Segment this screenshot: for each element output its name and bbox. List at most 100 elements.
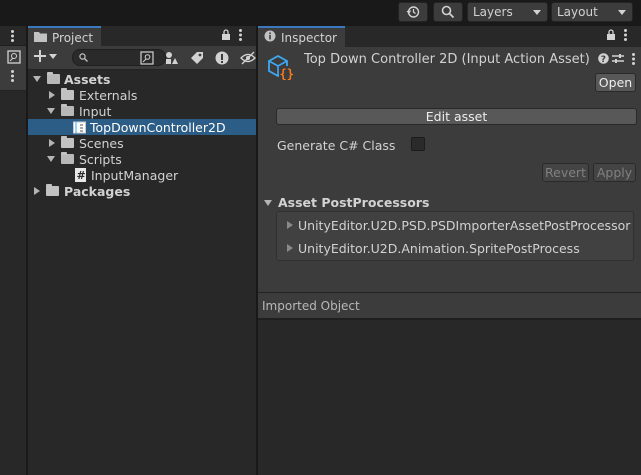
tree-row-assets[interactable]: Assets xyxy=(28,71,256,87)
project-tab-bar: Project xyxy=(28,26,256,47)
kebab-menu-icon[interactable] xyxy=(632,53,635,68)
collapse-arrow-icon[interactable] xyxy=(34,187,40,195)
tree-label: Externals xyxy=(79,87,138,103)
svg-text:?: ? xyxy=(601,55,606,64)
imported-object-header: Imported Object xyxy=(258,292,641,320)
tree-label: InputManager xyxy=(91,167,179,183)
lock-icon[interactable] xyxy=(221,29,231,44)
input-action-asset-icon xyxy=(73,121,87,134)
plus-icon xyxy=(34,50,46,62)
kebab-menu-icon[interactable] xyxy=(11,70,14,85)
collapsed-tab xyxy=(0,26,26,46)
folder-open-icon xyxy=(61,152,74,164)
collapsed-toolbar xyxy=(0,46,26,91)
imported-object-label: Imported Object xyxy=(262,299,360,313)
main-toolbar: Layers Layout xyxy=(0,0,641,24)
tab-project[interactable]: Project xyxy=(28,26,102,47)
svg-text:{}: {} xyxy=(280,67,294,81)
generate-csharp-label: Generate C# Class xyxy=(277,138,396,153)
collapse-arrow-icon[interactable] xyxy=(287,244,293,252)
postprocessors-list: UnityEditor.U2D.PSD.PSDImporterAssetPost… xyxy=(276,211,634,261)
collapse-arrow-icon[interactable] xyxy=(287,221,293,229)
inspector-panel: Inspector {} Top Down Controller 2D (Inp… xyxy=(258,26,641,475)
inspector-tab-bar: Inspector xyxy=(258,26,641,47)
lock-icon[interactable] xyxy=(606,29,616,44)
preset-icon[interactable] xyxy=(612,53,624,67)
revert-label: Revert xyxy=(545,165,586,180)
open-button-label: Open xyxy=(598,75,633,90)
tree-row-topdowncontroller2d[interactable]: TopDownController2D xyxy=(28,119,256,135)
layout-dropdown[interactable]: Layout xyxy=(551,2,633,22)
filter-by-type-icon[interactable] xyxy=(165,51,179,68)
postprocessor-label: UnityEditor.U2D.Animation.SpritePostProc… xyxy=(298,240,580,256)
chevron-down-icon xyxy=(618,9,626,15)
filter-by-label-icon[interactable] xyxy=(190,51,204,68)
hidden-packages-icon[interactable] xyxy=(240,51,256,68)
edit-asset-label: Edit asset xyxy=(425,109,488,124)
info-icon xyxy=(264,30,276,45)
expand-arrow-icon[interactable] xyxy=(264,199,272,206)
project-panel: Project Assets Externals Input TopDownCo… xyxy=(28,26,256,475)
edit-asset-button[interactable]: Edit asset xyxy=(276,108,637,125)
collapsed-left-panel xyxy=(0,26,26,475)
collapse-arrow-icon[interactable] xyxy=(49,91,55,99)
csharp-script-icon: # xyxy=(75,168,86,182)
tree-row-scripts[interactable]: Scripts xyxy=(28,151,256,167)
tree-row-input[interactable]: Input xyxy=(28,103,256,119)
tab-inspector[interactable]: Inspector xyxy=(258,26,345,47)
folder-icon xyxy=(61,88,74,100)
search-icon xyxy=(79,53,88,62)
apply-label: Apply xyxy=(596,165,633,180)
folder-open-icon xyxy=(61,104,74,116)
search-by-scene-icon[interactable] xyxy=(140,51,154,68)
warning-icon[interactable] xyxy=(215,51,229,68)
create-button[interactable] xyxy=(34,50,57,62)
inspector-tab-actions xyxy=(606,29,627,44)
layers-label: Layers xyxy=(473,5,513,19)
tree-row-inputmanager[interactable]: # InputManager xyxy=(28,167,256,183)
chevron-down-icon xyxy=(49,53,57,59)
kebab-menu-icon[interactable] xyxy=(239,29,242,44)
inspector-body: Edit asset Generate C# Class Revert Appl… xyxy=(258,103,641,318)
generate-csharp-checkbox[interactable] xyxy=(411,137,425,151)
tab-inspector-label: Inspector xyxy=(281,30,337,45)
expand-arrow-icon[interactable] xyxy=(47,108,55,114)
folder-icon xyxy=(34,31,47,45)
list-item[interactable]: UnityEditor.U2D.PSD.PSDImporterAssetPost… xyxy=(277,214,633,236)
inspector-header: {} Top Down Controller 2D (Input Action … xyxy=(258,47,641,103)
expand-arrow-icon[interactable] xyxy=(33,76,41,82)
tree-row-externals[interactable]: Externals xyxy=(28,87,256,103)
tree-label: Scenes xyxy=(79,135,124,151)
postprocessors-title: Asset PostProcessors xyxy=(278,195,430,210)
tree-label: Assets xyxy=(64,71,111,87)
layers-dropdown[interactable]: Layers xyxy=(467,2,548,22)
tree-label: Scripts xyxy=(79,151,122,167)
search-button[interactable] xyxy=(433,2,463,22)
list-item[interactable]: UnityEditor.U2D.Animation.SpritePostProc… xyxy=(277,237,633,259)
kebab-menu-icon[interactable] xyxy=(624,29,627,44)
expand-arrow-icon[interactable] xyxy=(47,156,55,162)
project-toolbar xyxy=(28,46,256,70)
help-icon[interactable]: ? xyxy=(598,53,609,67)
asset-title: Top Down Controller 2D (Input Action Ass… xyxy=(304,52,590,67)
layout-label: Layout xyxy=(557,5,598,19)
project-tab-actions xyxy=(221,29,242,44)
tree-label: Input xyxy=(79,103,112,119)
scene-visibility-icon[interactable] xyxy=(7,50,21,67)
revert-button[interactable]: Revert xyxy=(542,163,589,182)
tree-row-packages[interactable]: Packages xyxy=(28,183,256,199)
apply-button[interactable]: Apply xyxy=(593,163,636,182)
tree-label: TopDownController2D xyxy=(90,119,226,135)
history-button[interactable] xyxy=(398,2,428,22)
collapse-arrow-icon[interactable] xyxy=(49,139,55,147)
kebab-menu-icon[interactable] xyxy=(11,30,14,45)
folder-open-icon xyxy=(47,72,60,84)
folder-icon xyxy=(46,184,59,196)
open-button[interactable]: Open xyxy=(595,73,636,92)
search-icon xyxy=(441,5,455,19)
tree-row-scenes[interactable]: Scenes xyxy=(28,135,256,151)
input-action-asset-icon: {} xyxy=(266,52,294,85)
svg-text:#: # xyxy=(77,169,86,182)
chevron-down-icon xyxy=(533,9,541,15)
postprocessors-header[interactable]: Asset PostProcessors xyxy=(264,195,429,210)
